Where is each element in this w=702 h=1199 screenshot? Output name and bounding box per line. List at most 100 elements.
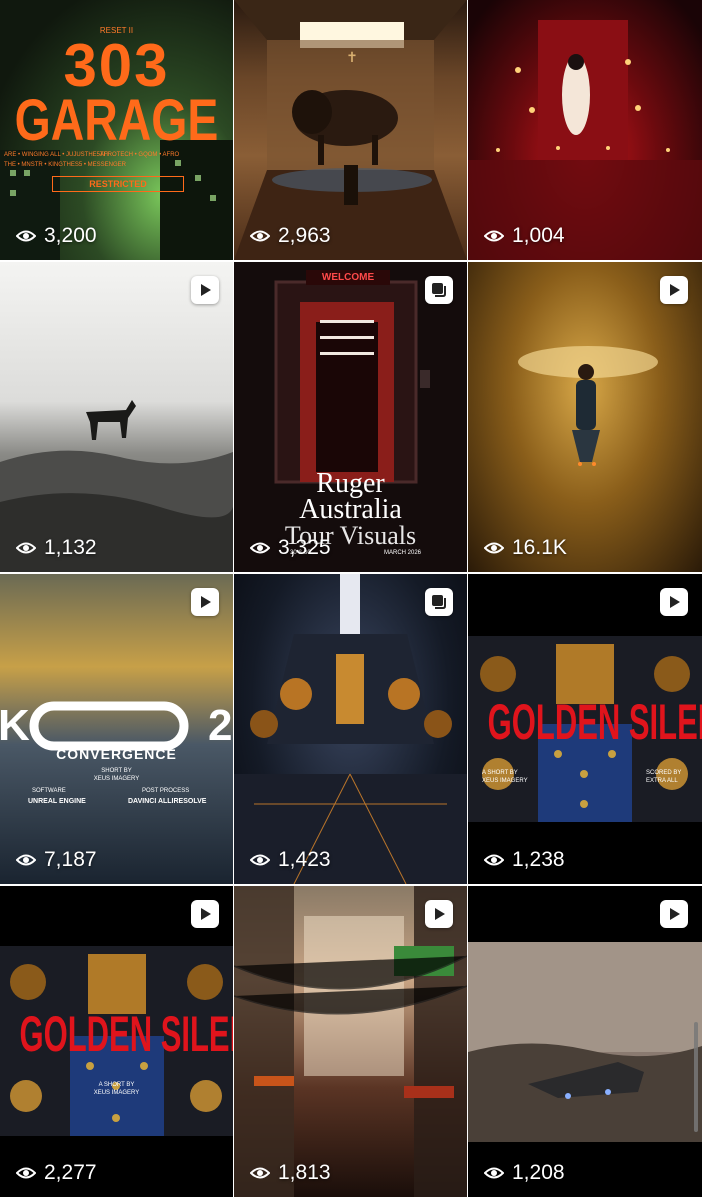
eye-icon	[250, 542, 270, 554]
play-icon	[201, 596, 211, 608]
post-overlay-credit-right-2: EXTRA ALL	[646, 778, 678, 784]
eye-icon	[16, 230, 36, 242]
golden-figure-art	[518, 346, 658, 466]
view-count-value: 2,963	[278, 224, 331, 247]
eye-icon	[484, 542, 504, 554]
hover-ship-art	[468, 942, 702, 1142]
eye-icon	[250, 1167, 270, 1179]
post-overlay-credits-2: ARE • WINGING ALL • JUJUSTHE5TH	[4, 152, 108, 158]
eye-icon	[16, 542, 36, 554]
convergence-art	[29, 701, 189, 751]
view-count-value: 16.1K	[512, 536, 567, 559]
throne-temple-art	[234, 574, 467, 884]
post-overlay-left: K	[0, 701, 30, 750]
post-overlay-credit-left: A SHORT BY	[482, 770, 518, 776]
reel-badge	[191, 276, 219, 304]
view-count: 7,187	[16, 848, 97, 872]
post-overlay-title: GOLDEN SILENCE	[487, 694, 702, 750]
reel-badge	[191, 900, 219, 928]
view-count: 3,200	[16, 224, 97, 248]
post-overlay-date: MARCH 2026	[384, 550, 422, 556]
reel-badge	[660, 588, 688, 616]
view-count-value: 3,200	[44, 224, 97, 247]
play-icon	[670, 596, 680, 608]
post-overlay-author: XEUS IMAGERY	[93, 776, 140, 782]
eye-icon	[16, 1167, 36, 1179]
horse-landscape-art	[0, 400, 233, 572]
carousel-badge	[425, 276, 453, 304]
view-count-value: 1,208	[512, 1161, 565, 1184]
post-tile-6[interactable]: 16.1K	[468, 262, 702, 572]
view-count: 1,208	[484, 1161, 565, 1185]
view-count: 3,325	[250, 536, 331, 560]
view-count: 2,963	[250, 224, 331, 248]
post-overlay-right: 2	[208, 701, 233, 750]
post-overlay-title-2: GARAGE	[14, 88, 219, 153]
post-overlay-credit-2: XEUS IMAGERY	[93, 1090, 140, 1096]
post-tile-7[interactable]: K 2 CONVERGENCE SHORT BY XEUS IMAGERY SO…	[0, 574, 233, 884]
view-count: 1,132	[16, 536, 97, 560]
profile-post-grid: RESET II 303 GARAGE AFROTECH • GQOM • AF…	[0, 0, 702, 1199]
carousel-icon	[432, 595, 446, 609]
view-count-value: 3,325	[278, 536, 331, 559]
eye-icon	[484, 1167, 504, 1179]
welcome-sign: WELCOME	[306, 270, 390, 285]
post-tile-3[interactable]: 1,004	[468, 0, 702, 260]
reel-badge	[660, 276, 688, 304]
carousel-icon	[432, 283, 446, 297]
post-overlay-short-by: SHORT BY	[101, 768, 132, 774]
view-count: 1,004	[484, 224, 565, 248]
view-count: 1,238	[484, 848, 565, 872]
eye-icon	[250, 854, 270, 866]
view-count-value: 1,423	[278, 848, 331, 871]
post-overlay-title: GOLDEN SILENCE	[19, 1006, 233, 1062]
eye-icon	[16, 854, 36, 866]
carousel-badge	[425, 588, 453, 616]
post-tile-4[interactable]: 1,132	[0, 262, 233, 572]
view-count: 1,423	[250, 848, 331, 872]
post-overlay-credits: AFROTECH • GQOM • AFRO	[100, 152, 180, 158]
eye-icon	[484, 854, 504, 866]
view-count: 16.1K	[484, 536, 567, 560]
post-overlay-credit: A SHORT BY	[98, 1082, 135, 1088]
post-tile-8[interactable]: 1,423	[234, 574, 467, 884]
reel-badge	[660, 900, 688, 928]
view-count: 2,277	[16, 1161, 97, 1185]
post-tile-2[interactable]: ✝ 2,963	[234, 0, 467, 260]
post-tile-1[interactable]: RESET II 303 GARAGE AFROTECH • GQOM • AF…	[0, 0, 233, 260]
reel-badge	[191, 588, 219, 616]
post-overlay-credit-right: SCORED BY	[646, 770, 682, 776]
post-tile-9[interactable]: GOLDEN SILENCE A SHORT BY XEUS IMAGERY S…	[468, 574, 702, 884]
post-overlay-credits-3: THE • MNSTR • KINGTHES5 • MESSENGER	[4, 162, 126, 168]
view-count-value: 1,004	[512, 224, 565, 247]
post-overlay-software-label: SOFTWARE	[32, 788, 66, 794]
play-icon	[435, 908, 445, 920]
view-count-value: 1,238	[512, 848, 565, 871]
view-count: 1,813	[250, 1161, 331, 1185]
view-count-value: 7,187	[44, 848, 97, 871]
scrollbar[interactable]	[694, 1022, 698, 1132]
post-tile-5[interactable]: WELCOME Ruger Australia Tour Visuals 30 …	[234, 262, 467, 572]
post-overlay-title: 303	[63, 32, 170, 99]
post-tile-11[interactable]: 1,813	[234, 886, 467, 1197]
svg-text:✝: ✝	[346, 49, 358, 65]
play-icon	[670, 908, 680, 920]
post-overlay-credit-left-2: XEUS IMAGERY	[482, 778, 528, 784]
reel-badge	[425, 900, 453, 928]
play-icon	[201, 284, 211, 296]
post-tile-12[interactable]: 1,208	[468, 886, 702, 1197]
eye-icon	[250, 230, 270, 242]
view-count-value: 2,277	[44, 1161, 97, 1184]
view-count-value: 1,132	[44, 536, 97, 559]
post-overlay-title-2: Australia	[299, 494, 402, 525]
bison-room-art: ✝	[234, 0, 467, 260]
post-overlay-software: UNREAL ENGINE	[28, 798, 86, 805]
neon-alley-art	[234, 886, 467, 1197]
post-overlay-post: DAVINCI ALLIRESOLVE	[128, 798, 207, 805]
restricted-tag: RESTRICTED	[52, 176, 184, 192]
post-overlay-post-label: POST PROCESS	[142, 788, 190, 794]
eye-icon	[484, 230, 504, 242]
red-altar-art	[468, 20, 702, 260]
post-tile-10[interactable]: GOLDEN SILENCE A SHORT BY XEUS IMAGERY 2…	[0, 886, 233, 1197]
play-icon	[201, 908, 211, 920]
